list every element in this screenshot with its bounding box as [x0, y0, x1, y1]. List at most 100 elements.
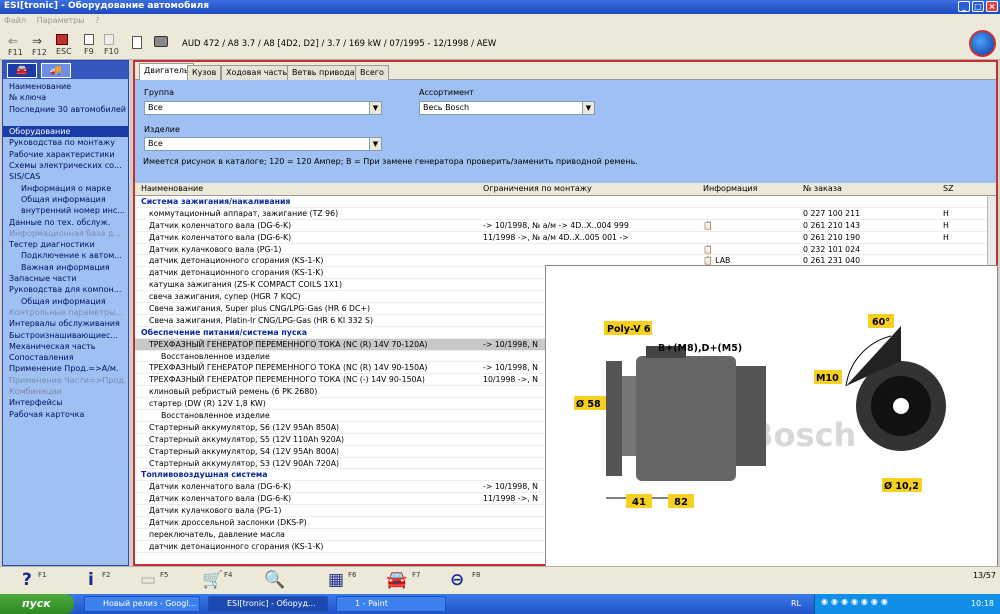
f9-button[interactable]: F9 [84, 34, 94, 56]
table-row[interactable]: Датчик коленчатого вала (DG-6-K) 11/1998 … [135, 232, 987, 244]
back-button[interactable]: ⇐ F11 [8, 34, 23, 57]
product-select[interactable]: Все ▼ [144, 137, 382, 151]
sidebar-item[interactable]: Интервалы обслуживания [3, 318, 128, 329]
exit-icon [56, 34, 68, 45]
table-row[interactable]: коммутационный аппарат, зажигание (TZ 96… [135, 208, 987, 220]
search-button[interactable]: 🔍 [264, 570, 285, 590]
tray-icons: ◉◉◉◉◉◉◉ [821, 597, 891, 606]
chevron-down-icon: ▼ [369, 102, 381, 114]
terminal-label: B+(M8),D+(M5) [658, 343, 742, 354]
cell-name: ТРЕХФАЗНЫЙ ГЕНЕРАТОР ПЕРЕМЕННОГО ТОКА (N… [149, 375, 425, 385]
parts-tab[interactable]: 🚚 [41, 63, 71, 78]
cell-name: Стартерный аккумулятор, S6 (12V 95Ah 850… [149, 422, 340, 432]
exit-button[interactable]: ESC [56, 34, 72, 56]
sidebar-item[interactable]: Важная информация [3, 262, 128, 273]
diameter-label: Ø 58 [576, 399, 601, 410]
menu-help[interactable]: ? [95, 16, 99, 25]
col-order[interactable]: № заказа [803, 184, 842, 193]
close-button[interactable]: × [986, 1, 998, 12]
forward-arrow-icon: ⇒ [32, 34, 43, 48]
print-button[interactable] [154, 36, 168, 49]
sidebar-item[interactable]: Последние 30 автомобилей [3, 104, 128, 115]
sidebar-item[interactable]: Тестер диагностики [3, 239, 128, 250]
sidebar-item[interactable]: SIS/CAS [3, 171, 128, 182]
sidebar-item[interactable]: Применение Части=>Прод. [3, 375, 128, 386]
sidebar-item[interactable]: Общая информация [3, 194, 128, 205]
task-browser[interactable]: Новый релиз - Googl... [84, 596, 200, 612]
f8-key: F8 [472, 571, 481, 579]
document-icon [84, 34, 94, 45]
tab-all[interactable]: Всего [355, 65, 389, 80]
tab-drivetrain[interactable]: Ветвь привода [287, 65, 360, 80]
question-icon: ? [22, 570, 32, 590]
table-row[interactable]: Датчик кулачкового вала (PG-1) 📋 0 232 101… [135, 244, 987, 256]
maximize-button[interactable]: □ [972, 1, 984, 12]
sidebar-item[interactable]: Рабочие характеристики [3, 149, 128, 160]
menu-file[interactable]: Файл [4, 16, 26, 25]
sidebar-item[interactable]: Быстроизнашивающиес... [3, 330, 128, 341]
start-button[interactable]: пуск [0, 594, 74, 614]
sidebar-item[interactable]: Данные по тех. обслуж. [3, 217, 128, 228]
forward-button[interactable]: ⇒ F12 [32, 34, 47, 57]
cell-name: Датчик коленчатого вала (DG-6-K) [149, 482, 292, 492]
sidebar-item[interactable]: Общая информация [3, 296, 128, 307]
col-name[interactable]: Наименование [141, 184, 203, 193]
tab-engine[interactable]: Двигатель [139, 63, 194, 80]
info-button[interactable]: i [88, 570, 94, 590]
taskbar: пуск Новый релиз - Googl... ESI[tronic] … [0, 594, 1000, 614]
alternator-diagram: © Bosch 41 82 Ø 58 Poly-V 6 B+(M8),D+(M5… [574, 314, 946, 508]
vehicle-tab[interactable]: 🚘 [7, 63, 37, 78]
sidebar-item[interactable]: Контрольные параметры... [3, 307, 128, 318]
vehicle-button[interactable]: 🚘 [386, 570, 407, 590]
tab-chassis[interactable]: Ходовая часть [221, 65, 293, 80]
f10-button[interactable]: F10 [104, 34, 119, 56]
minimize-button[interactable]: _ [958, 1, 970, 12]
cell-name: Обеспечение питания/система пуска [141, 327, 307, 337]
language-indicator[interactable]: RL [791, 599, 801, 608]
sidebar-item[interactable]: Наименование [3, 81, 128, 92]
car-icon: 🚘 [386, 570, 408, 590]
menu-settings[interactable]: Параметры [37, 16, 85, 25]
table-button[interactable]: ▦ [328, 570, 344, 590]
sidebar-item[interactable]: Запасные части [3, 273, 128, 284]
sidebar-item[interactable]: № ключа [3, 92, 128, 103]
f2-key: F2 [102, 571, 111, 579]
doc-button[interactable]: ▭ [140, 570, 156, 590]
assortment-select[interactable]: Весь Bosch ▼ [419, 101, 595, 115]
table-section-row: Система зажигания/накаливания [135, 196, 987, 208]
cell-sz: H [943, 208, 949, 218]
sidebar-item[interactable]: Сопоставления [3, 352, 128, 363]
sidebar-item[interactable]: Руководства для компон... [3, 284, 128, 295]
sidebar-item[interactable]: Интерфейсы [3, 397, 128, 408]
sidebar-item[interactable]: Подключение к автом... [3, 250, 128, 261]
group-select[interactable]: Все ▼ [144, 101, 382, 115]
document-gray-icon [104, 34, 114, 45]
cell-order: 0 261 210 143 [803, 220, 861, 230]
col-info[interactable]: Информация [703, 184, 757, 193]
sidebar-item[interactable]: Применение Прод.=>А/м. [3, 363, 128, 374]
sidebar-item[interactable]: Информационная база д... [3, 228, 128, 239]
tab-body[interactable]: Кузов [187, 65, 222, 80]
help-button[interactable]: ? [22, 570, 32, 590]
col-sz[interactable]: SZ [943, 184, 954, 193]
print-preview-button[interactable] [132, 36, 142, 51]
task-paint[interactable]: 1 - Paint [336, 596, 446, 612]
cart-button[interactable]: 🛒 [202, 570, 223, 590]
cell-name: датчик детонационного сгорания (KS-1-K) [149, 256, 324, 266]
col-limits[interactable]: Ограничения по монтажу [483, 184, 592, 193]
sidebar-item[interactable]: Руководства по монтажу [3, 137, 128, 148]
sidebar-item[interactable]: Рабочая карточка [3, 409, 128, 420]
task-esitronic[interactable]: ESI[tronic] - Оборуд... [208, 596, 328, 612]
dim1-label: 41 [632, 497, 646, 508]
sidebar-item[interactable]: Информация о марке [3, 183, 128, 194]
sidebar-item[interactable]: Механическая часть [3, 341, 128, 352]
cell-name: Восстановленное изделие [161, 411, 270, 421]
sidebar-item[interactable]: Комбинации [3, 386, 128, 397]
sidebar-item[interactable]: Схемы электрических со... [3, 160, 128, 171]
bosch-button[interactable]: ⊖ [450, 570, 464, 590]
globe-icon[interactable] [969, 30, 996, 57]
sidebar-item[interactable]: внутренний номер инс... [3, 205, 128, 216]
sidebar-item[interactable]: Оборудование [3, 126, 128, 138]
table-row[interactable]: Датчик коленчатого вала (DG-6-K) -> 10/19… [135, 220, 987, 232]
cell-name: коммутационный аппарат, зажигание (TZ 96… [149, 208, 339, 218]
